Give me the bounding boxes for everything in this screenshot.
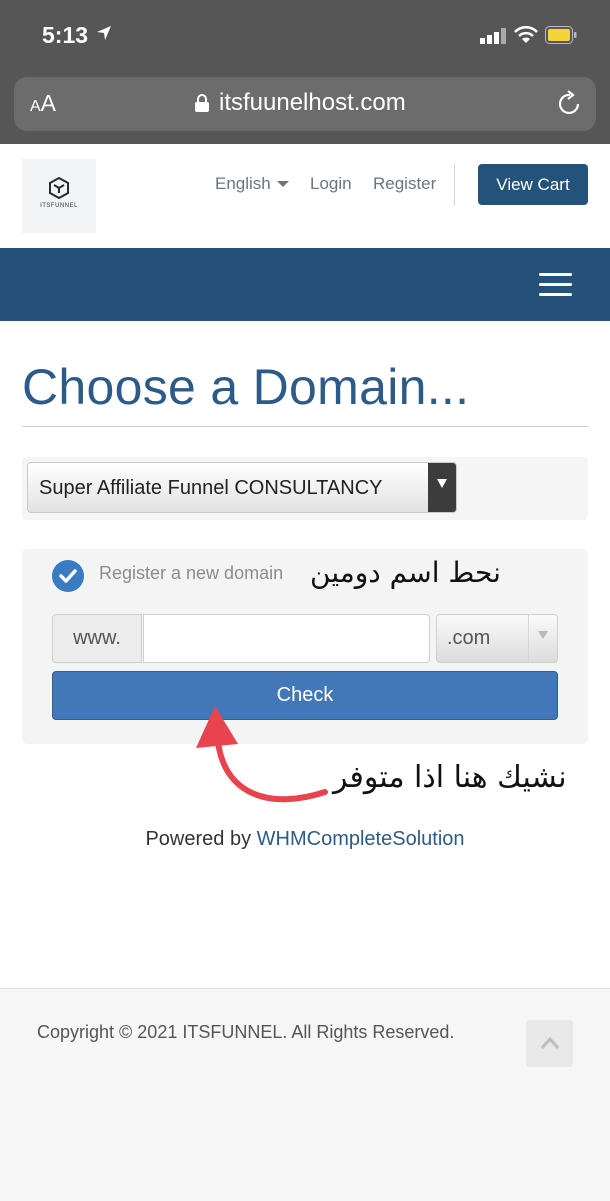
url-text[interactable]: itsfuunelhost.com <box>219 89 406 117</box>
tld-select[interactable]: .com <box>436 614 558 663</box>
title-divider <box>22 426 588 427</box>
menu-icon[interactable] <box>539 273 572 297</box>
annotation-check-note: نشيك هنا اذا متوفر <box>333 760 567 795</box>
lock-icon <box>195 94 209 112</box>
logo-mark-icon <box>49 177 69 199</box>
back-to-top-button[interactable] <box>526 1020 573 1067</box>
chevron-up-icon <box>540 1036 560 1049</box>
annotation-arrow <box>196 706 328 803</box>
checkmark-icon <box>59 569 77 583</box>
battery-icon <box>545 26 577 44</box>
chevron-down-icon[interactable] <box>528 615 557 662</box>
location-arrow-icon <box>97 26 111 40</box>
product-panel: Super Affiliate Funnel CONSULTANCY <box>22 457 588 520</box>
powered-by: Powered by WHMCompleteSolution <box>0 828 610 851</box>
chevron-down-icon[interactable] <box>277 181 289 187</box>
powered-by-prefix: Powered by <box>145 828 252 850</box>
tld-select-value: .com <box>447 627 491 649</box>
wifi-icon <box>514 26 538 43</box>
header-divider <box>454 164 455 206</box>
signal-icon <box>480 28 506 44</box>
register-domain-radio[interactable] <box>52 560 84 592</box>
site-footer: Copyright © 2021 ITSFUNNEL. All Rights R… <box>0 988 610 1201</box>
copyright-text: Copyright © 2021 ITSFUNNEL. All Rights R… <box>37 1022 455 1042</box>
www-prefix: www. <box>52 614 142 663</box>
product-select[interactable]: Super Affiliate Funnel CONSULTANCY <box>27 462 457 513</box>
register-link[interactable]: Register <box>373 174 436 194</box>
status-time: 5:13 <box>42 22 89 48</box>
logo-text: ITSFUNNEL <box>40 203 78 209</box>
site-logo[interactable]: ITSFUNNEL <box>22 159 96 233</box>
view-cart-button[interactable]: View Cart <box>478 164 588 205</box>
domain-name-input[interactable] <box>143 614 430 663</box>
ios-browser-chrome: 5:13 AA itsfuunelhost.com <box>0 0 610 144</box>
address-bar[interactable]: AA itsfuunelhost.com <box>14 77 596 131</box>
main-navbar <box>0 248 610 321</box>
reload-icon[interactable] <box>557 90 583 118</box>
text-size-button[interactable]: AA <box>30 90 56 117</box>
login-link[interactable]: Login <box>310 174 352 194</box>
annotation-register-note: نحط اسم دومين <box>310 556 501 589</box>
language-selector[interactable]: English <box>215 174 271 194</box>
triangle-down-icon[interactable] <box>428 463 456 512</box>
site-header: ITSFUNNEL English Login Register View Ca… <box>0 144 610 248</box>
product-select-value: Super Affiliate Funnel CONSULTANCY <box>39 477 383 499</box>
whmcs-link[interactable]: WHMCompleteSolution <box>257 828 465 850</box>
page-title: Choose a Domain... <box>22 359 470 415</box>
register-domain-label[interactable]: Register a new domain <box>99 563 283 584</box>
